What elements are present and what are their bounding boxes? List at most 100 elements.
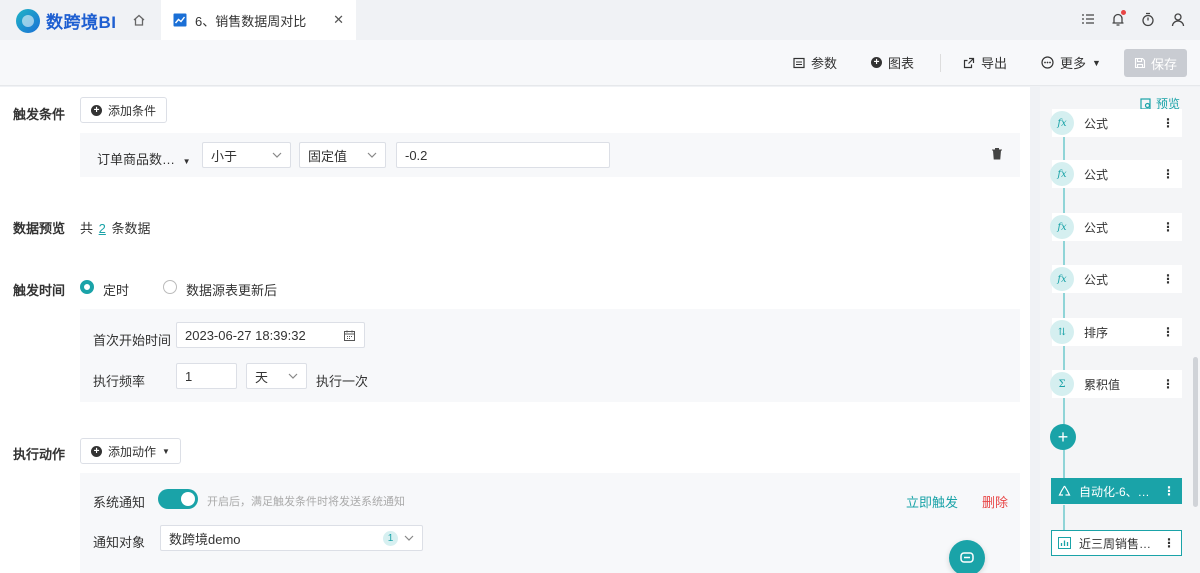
operator-value: 小于: [211, 148, 238, 164]
export-label: 导出: [981, 56, 1008, 71]
tab-active[interactable]: 6、销售数据周对比 ✕: [161, 0, 356, 40]
trash-icon[interactable]: [991, 147, 1003, 163]
notify-target-label: 通知对象: [93, 535, 146, 550]
tab-label: 6、销售数据周对比: [195, 13, 307, 29]
toolbar: 参数 + 图表 导出 更多 ▼ 保存: [0, 40, 1200, 86]
logo-icon: [16, 8, 40, 33]
frequency-input[interactable]: 1: [176, 363, 237, 389]
add-condition-button[interactable]: + 添加条件: [80, 97, 168, 123]
more-button[interactable]: 更多 ▼: [1041, 53, 1101, 72]
radio-scheduled[interactable]: [80, 280, 94, 294]
top-bar: 数跨境BI 6、销售数据周对比 ✕: [0, 0, 1200, 40]
home-tab[interactable]: [118, 0, 160, 40]
add-condition-label: 添加条件: [108, 103, 157, 118]
app-logo[interactable]: 数跨境BI: [16, 8, 117, 33]
notify-target-select[interactable]: 数跨境demo 1: [160, 525, 423, 551]
scrollbar[interactable]: [1193, 357, 1198, 507]
frequency-unit-select[interactable]: 天: [246, 363, 307, 389]
more-vertical-icon[interactable]: ⋮: [1162, 220, 1174, 234]
chevron-down-icon: [288, 371, 298, 381]
add-action-button[interactable]: + 添加动作 ▼: [80, 438, 181, 464]
chat-icon: [960, 552, 974, 563]
save-label: 保存: [1150, 56, 1177, 72]
preview-suffix: 条数据: [111, 221, 151, 236]
condition-row: 订单商品数… ▼ 小于 固定值 -0.2: [80, 133, 1020, 177]
list-icon[interactable]: [1080, 10, 1096, 28]
more-vertical-icon[interactable]: ⋮: [1163, 536, 1175, 550]
more-circle-icon: [1041, 56, 1054, 69]
preview-icon: [1140, 97, 1151, 110]
preview-count-link[interactable]: 2: [99, 221, 106, 236]
start-time-input[interactable]: 2023-06-27 18:39:32: [176, 322, 365, 348]
bell-icon[interactable]: [1110, 10, 1126, 28]
save-button[interactable]: 保存: [1124, 49, 1187, 77]
brand-name: 数跨境BI: [46, 13, 117, 32]
more-vertical-icon[interactable]: ⋮: [1162, 325, 1174, 339]
data-preview-label: 数据预览: [13, 221, 66, 236]
target-count-badge: 1: [383, 531, 398, 546]
sort-icon: ⇅: [1050, 320, 1074, 344]
frequency-suffix: 执行一次: [316, 374, 369, 389]
more-vertical-icon[interactable]: ⋮: [1163, 484, 1175, 498]
plus-circle-icon: +: [871, 57, 882, 68]
frequency-label: 执行频率: [93, 374, 146, 389]
frequency-value: 1: [185, 368, 193, 384]
condition-field-select[interactable]: 订单商品数… ▼: [97, 149, 191, 168]
chat-button[interactable]: [949, 540, 985, 573]
flow-node-formula[interactable]: fx 公式 ⋮: [1050, 265, 1182, 293]
chart-node-label: 近三周销售…: [1079, 536, 1152, 551]
flow-node-chart[interactable]: 近三周销售… ⋮: [1051, 530, 1182, 556]
flow-panel: 预览 fx 公式 ⋮ fx 公式 ⋮ fx 公式 ⋮ fx 公式 ⋮ ⇅ 排序 …: [1040, 87, 1200, 573]
fx-icon: fx: [1050, 215, 1074, 239]
flow-node-formula[interactable]: fx 公式 ⋮: [1050, 213, 1182, 241]
caret-down-icon: ▼: [162, 446, 170, 456]
flow-node-label: 公式: [1084, 167, 1109, 182]
params-icon: [793, 57, 805, 68]
trigger-time-label: 触发时间: [13, 283, 66, 298]
delete-action-link[interactable]: 删除: [982, 492, 1008, 511]
flow-node-label: 累积值: [1084, 377, 1121, 392]
flow-node-formula[interactable]: fx 公式 ⋮: [1050, 109, 1182, 137]
more-vertical-icon[interactable]: ⋮: [1162, 167, 1174, 181]
cumulative-icon: Σ: [1050, 372, 1074, 396]
plus-circle-icon: +: [91, 445, 102, 457]
caret-down-icon: ▼: [182, 157, 191, 166]
export-icon: [963, 57, 975, 68]
condition-field-value: 订单商品数…: [97, 152, 176, 167]
schedule-settings: 首次开始时间 2023-06-27 18:39:32 执行频率 1 天 执行一次: [80, 309, 1020, 402]
toolbar-divider: [940, 54, 941, 72]
operator-select[interactable]: 小于: [202, 142, 291, 168]
more-vertical-icon[interactable]: ⋮: [1162, 116, 1174, 130]
plus-circle-icon: +: [91, 104, 102, 116]
flow-node-sort[interactable]: ⇅ 排序 ⋮: [1050, 318, 1182, 346]
params-button[interactable]: 参数: [793, 53, 837, 72]
condition-value-input[interactable]: -0.2: [396, 142, 610, 168]
home-icon: [133, 14, 145, 26]
radio-source-update-label: 数据源表更新后: [186, 283, 278, 298]
radio-source-update[interactable]: [163, 280, 177, 294]
user-icon[interactable]: [1170, 10, 1186, 28]
more-vertical-icon[interactable]: ⋮: [1162, 377, 1174, 391]
notification-dot: [1121, 10, 1126, 15]
add-node-button[interactable]: +: [1050, 424, 1076, 450]
timer-icon[interactable]: [1140, 10, 1156, 28]
more-vertical-icon[interactable]: ⋮: [1162, 272, 1174, 286]
flow-node-label: 公式: [1084, 116, 1109, 131]
flow-node-label: 公式: [1084, 272, 1109, 287]
value-type-select[interactable]: 固定值: [299, 142, 386, 168]
frequency-unit-value: 天: [255, 369, 269, 385]
save-icon: [1134, 57, 1146, 69]
calendar-icon: [344, 330, 356, 341]
sys-notify-toggle[interactable]: [158, 489, 198, 509]
flow-node-automation[interactable]: 自动化-6、… ⋮: [1051, 478, 1182, 504]
close-icon[interactable]: ✕: [333, 12, 344, 28]
flow-node-formula[interactable]: fx 公式 ⋮: [1050, 160, 1182, 188]
chart-button[interactable]: + 图表: [871, 53, 914, 72]
trigger-now-link[interactable]: 立即触发: [906, 492, 958, 511]
params-label: 参数: [811, 56, 838, 71]
fx-icon: fx: [1050, 111, 1074, 135]
flow-node-cumulative[interactable]: Σ 累积值 ⋮: [1050, 370, 1182, 398]
automation-node-label: 自动化-6、…: [1079, 484, 1150, 499]
export-button[interactable]: 导出: [963, 53, 1007, 72]
chevron-down-icon: [367, 150, 377, 160]
